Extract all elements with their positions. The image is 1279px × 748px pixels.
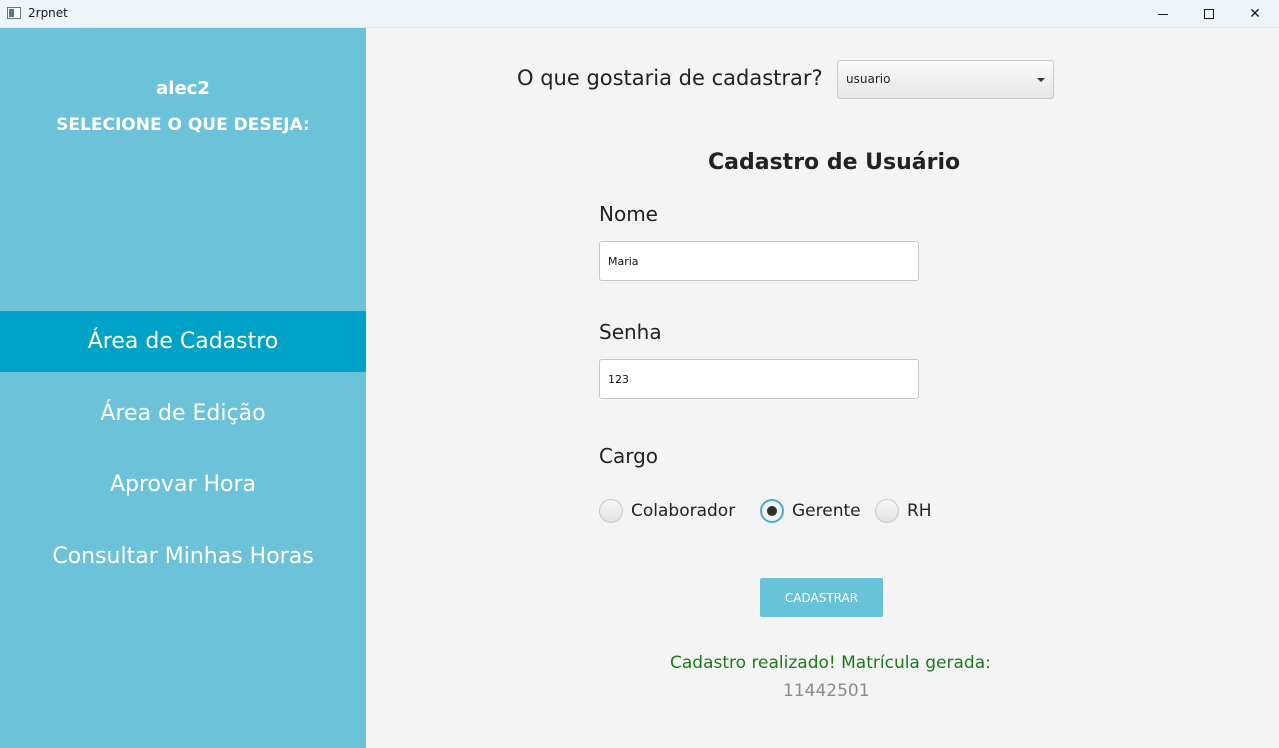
name-label: Nome (599, 202, 658, 226)
close-icon: ✕ (1249, 6, 1261, 22)
radio-label: Colaborador (631, 501, 736, 521)
sidebar-item-label: Consultar Minhas Horas (52, 544, 314, 569)
sidebar: alec2 SELECIONE O QUE DESEJA: Área de Ca… (0, 28, 366, 748)
sidebar-item-aprovar-hora[interactable]: Aprovar Hora (0, 454, 366, 515)
password-field[interactable]: 123 (599, 359, 919, 399)
maximize-icon (1204, 9, 1214, 19)
registration-type-dropdown[interactable]: usuario (837, 60, 1054, 99)
success-message: Cadastro realizado! Matrícula gerada: (670, 653, 991, 673)
name-field-value: Maria (608, 255, 639, 268)
registration-number: 11442501 (783, 681, 870, 701)
sidebar-prompt: SELECIONE O QUE DESEJA: (56, 115, 310, 135)
registration-type-question: O que gostaria de cadastrar? (517, 66, 823, 90)
password-field-value: 123 (608, 373, 629, 386)
sidebar-item-label: Aprovar Hora (109, 472, 257, 497)
role-radio-group: Colaborador Gerente RH (599, 498, 959, 526)
role-option-rh[interactable]: RH (875, 498, 932, 524)
window-title: 2rpnet (28, 6, 68, 20)
role-option-gerente[interactable]: Gerente (760, 498, 861, 524)
radio-button[interactable] (875, 499, 899, 523)
radio-label: Gerente (792, 501, 861, 521)
radio-button-selected[interactable] (760, 499, 784, 523)
radio-button[interactable] (599, 499, 623, 523)
dropdown-selected-value: usuario (846, 72, 891, 86)
window-titlebar: 2rpnet ✕ (0, 0, 1279, 28)
close-button[interactable]: ✕ (1232, 0, 1278, 28)
role-option-colaborador[interactable]: Colaborador (599, 498, 735, 524)
radio-label: RH (907, 501, 932, 521)
form-title: Cadastro de Usuário (708, 150, 961, 175)
minimize-icon (1158, 13, 1168, 15)
password-label: Senha (599, 320, 662, 344)
sidebar-item-area-edicao[interactable]: Área de Edição (0, 383, 366, 444)
role-label: Cargo (599, 444, 659, 468)
sidebar-item-label: Área de Cadastro (87, 329, 279, 354)
sidebar-item-area-cadastro[interactable]: Área de Cadastro (0, 311, 366, 372)
sidebar-item-consultar-horas[interactable]: Consultar Minhas Horas (0, 526, 366, 587)
minimize-button[interactable] (1140, 0, 1186, 28)
radio-selected-dot (767, 506, 777, 516)
submit-button[interactable]: CADASTRAR (760, 578, 883, 617)
user-name: alec2 (156, 78, 210, 99)
sidebar-item-label: Área de Edição (100, 401, 266, 426)
app-icon (7, 7, 21, 19)
maximize-button[interactable] (1186, 0, 1232, 28)
name-field[interactable]: Maria (599, 241, 919, 281)
chevron-down-icon (1037, 78, 1045, 82)
